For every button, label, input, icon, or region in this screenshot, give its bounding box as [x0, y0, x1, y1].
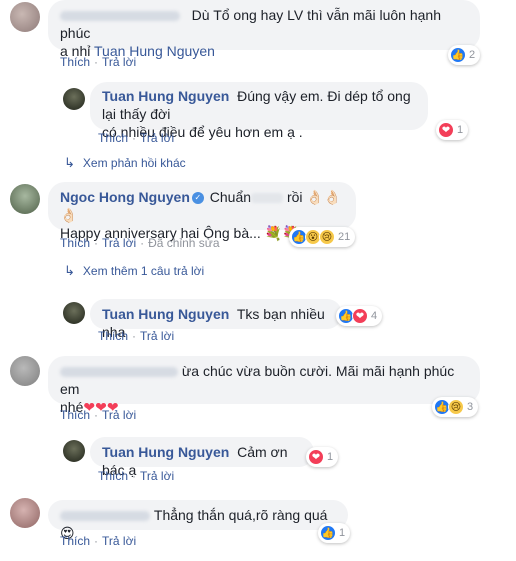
like-link[interactable]: Thích — [98, 469, 128, 483]
comment-text: Chuẩn — [209, 189, 252, 205]
comment-actions: Thích · Trả lời · Đã chỉnh sửa — [60, 236, 220, 250]
love-reaction-icon: ❤ — [308, 449, 324, 465]
author-name[interactable]: Tuan Hung Nguyen — [102, 444, 229, 460]
avatar[interactable] — [10, 498, 40, 528]
reply-link[interactable]: Trả lời — [102, 408, 136, 422]
reaction-summary[interactable]: 👍 😮 😢 21 — [289, 227, 356, 247]
blurred-word — [251, 193, 284, 204]
comment-actions: Thích · Trả lời — [60, 408, 137, 422]
love-reaction-icon: ❤ — [352, 308, 368, 324]
reaction-summary[interactable]: 👍 1 — [318, 523, 351, 543]
view-more-replies-link[interactable]: ↳ Xem thêm 1 câu trả lời — [64, 263, 204, 279]
blurred-author-name[interactable] — [60, 367, 178, 378]
comment-bubble: Thẳng thắn quá,rõ ràng quá😍 — [48, 500, 348, 541]
reply-link[interactable]: Trả lời — [102, 236, 136, 250]
author-name[interactable]: Ngoc Hong Nguyen — [60, 189, 190, 205]
view-more-replies-link[interactable]: ↳ Xem phản hồi khác — [64, 155, 186, 171]
reaction-summary[interactable]: 👍 2 — [448, 45, 481, 65]
like-reaction-icon: 👍 — [320, 525, 336, 541]
reaction-summary[interactable]: 👍 ❤ 4 — [336, 306, 383, 326]
avatar[interactable] — [63, 440, 85, 462]
reply-link[interactable]: Trả lời — [102, 534, 136, 548]
love-reaction-icon: ❤ — [438, 122, 454, 138]
comment-bubble: Dù Tổ ong hay LV thì vẫn mãi luôn hạnh p… — [48, 0, 480, 59]
avatar[interactable] — [10, 356, 40, 386]
reply-link[interactable]: Trả lời — [140, 329, 174, 343]
reply-arrow-icon: ↳ — [64, 155, 75, 170]
reaction-summary[interactable]: 👍 😢 3 — [432, 397, 479, 417]
like-link[interactable]: Thích — [60, 55, 90, 69]
comment-actions: Thích · Trả lời — [60, 55, 137, 69]
reply-link[interactable]: Trả lời — [140, 469, 174, 483]
comment-bubble: ừa chúc vừa buồn cười. Mãi mãi hạnh phúc… — [48, 356, 480, 415]
like-link[interactable]: Thích — [98, 329, 128, 343]
avatar[interactable] — [10, 2, 40, 32]
comment-actions: Thích · Trả lời — [60, 534, 137, 548]
like-reaction-icon: 👍 — [450, 47, 466, 63]
like-link[interactable]: Thích — [60, 236, 90, 250]
avatar[interactable] — [63, 88, 85, 110]
blurred-author-name[interactable] — [60, 11, 180, 22]
reaction-summary[interactable]: ❤ 1 — [306, 447, 339, 467]
sad-reaction-icon: 😢 — [319, 229, 335, 245]
comment-actions: Thích · Trả lời — [98, 469, 175, 483]
comment-actions: Thích · Trả lời — [98, 329, 175, 343]
blurred-author-name[interactable] — [60, 511, 150, 522]
edited-label: Đã chỉnh sửa — [148, 236, 220, 250]
comment-bubble: Ngoc Hong Nguyen ✓ Chuẩn rồi 👌🏻👌🏻👌🏻 Happy… — [48, 182, 356, 241]
reply-arrow-icon: ↳ — [64, 263, 75, 278]
sad-reaction-icon: 😢 — [448, 399, 464, 415]
comment-text: rồi — [286, 189, 303, 205]
like-link[interactable]: Thích — [98, 131, 128, 145]
author-name[interactable]: Tuan Hung Nguyen — [102, 306, 229, 322]
author-name[interactable]: Tuan Hung Nguyen — [102, 88, 229, 104]
comment-actions: Thích · Trả lời — [98, 131, 175, 145]
reply-bubble: Tuan Hung Nguyen Cảm ơn bác ạ — [90, 437, 314, 478]
comment-text: Thẳng thắn quá,rõ ràng quá — [153, 507, 328, 523]
reaction-summary[interactable]: ❤ 1 — [436, 120, 469, 140]
avatar[interactable] — [63, 302, 85, 324]
avatar[interactable] — [10, 184, 40, 214]
reply-bubble: Tuan Hung Nguyen Tks bạn nhiều nha — [90, 299, 342, 340]
like-link[interactable]: Thích — [60, 408, 90, 422]
reply-bubble: Tuan Hung Nguyen Đúng vậy em. Đi dép tổ … — [90, 82, 428, 140]
like-link[interactable]: Thích — [60, 534, 90, 548]
reply-link[interactable]: Trả lời — [140, 131, 174, 145]
verified-badge-icon: ✓ — [191, 192, 204, 205]
reply-link[interactable]: Trả lời — [102, 55, 136, 69]
